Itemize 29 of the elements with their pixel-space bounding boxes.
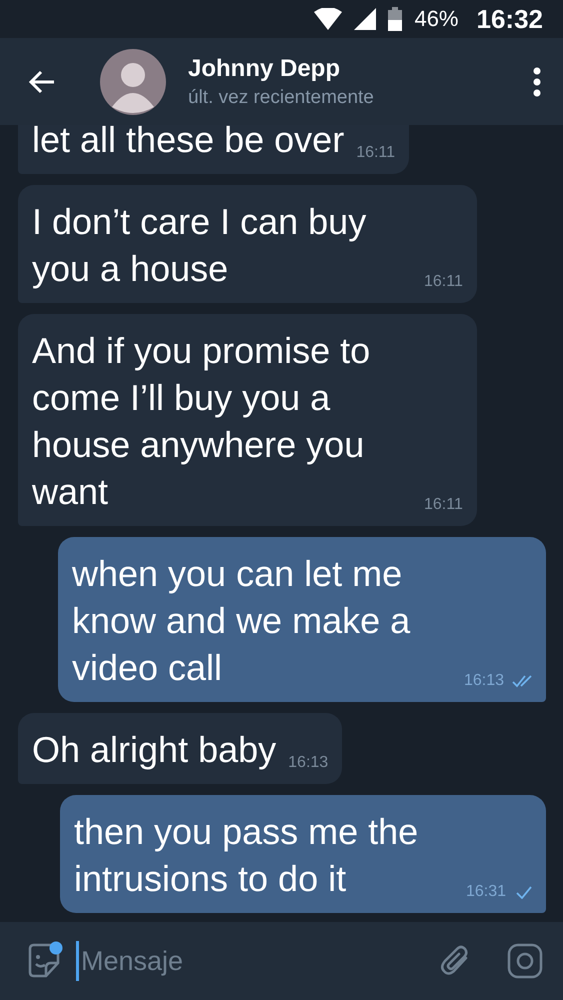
message-text: Oh alright baby (32, 728, 276, 772)
camera-icon (507, 943, 543, 979)
message-time: 16:11 (356, 144, 396, 162)
avatar-icon[interactable] (100, 48, 166, 114)
contact-name: Johnny Depp (188, 54, 342, 82)
message-time: 16:11 (424, 273, 463, 291)
wifi-icon (314, 8, 342, 30)
back-arrow-icon (28, 70, 56, 94)
message-time: 16:13 (288, 754, 328, 772)
menu-button[interactable] (533, 66, 541, 96)
more-options-icon (533, 66, 541, 96)
message-time: 16:13 (464, 672, 504, 690)
message-text: when you can let me know and we make a video call (72, 552, 412, 690)
message-input-field[interactable]: Mensaje (81, 943, 427, 979)
message-text: then you pass me the intrusions to do it (74, 810, 420, 901)
camera-button[interactable] (507, 943, 543, 979)
message-text: let all these be over (32, 125, 344, 162)
text-cursor (76, 941, 79, 981)
last-seen-status: últ. vez recientemente (188, 86, 375, 108)
clock-time: 16:32 (476, 4, 543, 34)
battery-percent: 46% (414, 6, 458, 32)
message-time: 16:11 (424, 496, 463, 514)
message-composer[interactable]: Mensaje (0, 922, 563, 1000)
battery-icon (388, 7, 402, 31)
message-text: And if you promise to come I’ll buy you a house anywhere you want (32, 329, 372, 514)
back-button[interactable] (28, 70, 56, 94)
signal-icon (354, 8, 376, 30)
message-time: 16:31 (466, 883, 506, 901)
message-text: I don’t care I can buy you a house (32, 200, 368, 291)
